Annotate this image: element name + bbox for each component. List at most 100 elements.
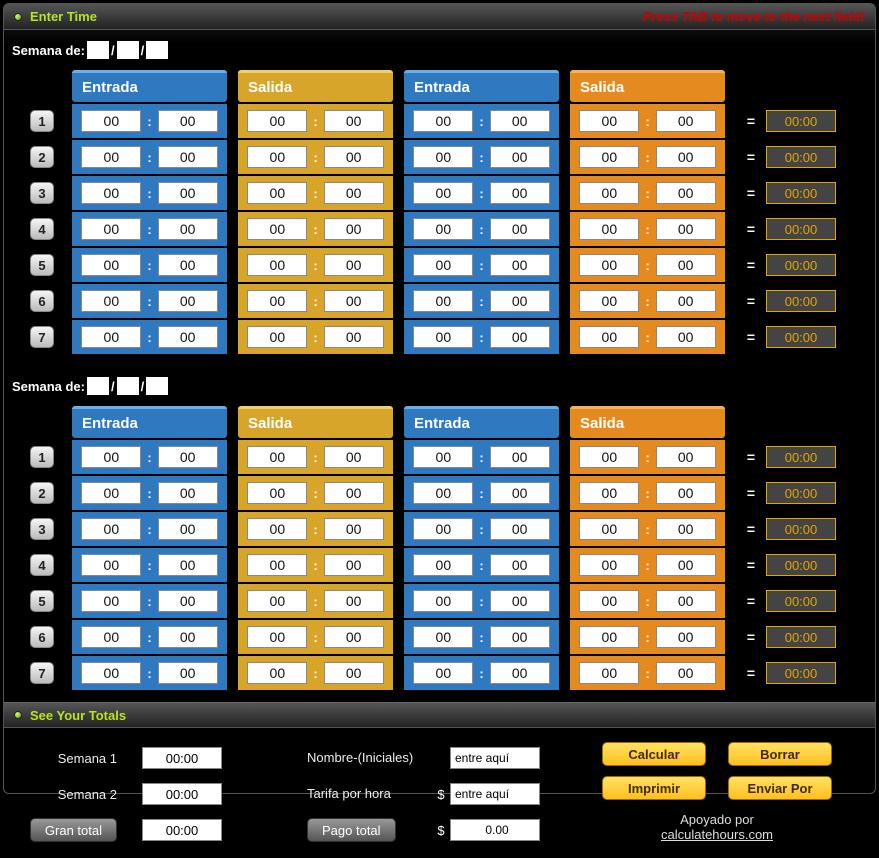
minute-input[interactable] <box>490 446 550 468</box>
minute-input[interactable] <box>656 218 716 240</box>
hour-input[interactable] <box>247 326 307 348</box>
minute-input[interactable] <box>158 662 218 684</box>
hour-input[interactable] <box>81 590 141 612</box>
hour-input[interactable] <box>579 290 639 312</box>
minute-input[interactable] <box>158 446 218 468</box>
minute-input[interactable] <box>656 182 716 204</box>
hour-input[interactable] <box>81 146 141 168</box>
hour-input[interactable] <box>413 110 473 132</box>
minute-input[interactable] <box>656 146 716 168</box>
minute-input[interactable] <box>490 290 550 312</box>
hour-input[interactable] <box>579 110 639 132</box>
pay-total-button[interactable]: Pago total <box>307 818 396 842</box>
minute-input[interactable] <box>158 182 218 204</box>
minute-input[interactable] <box>324 590 384 612</box>
hour-input[interactable] <box>81 626 141 648</box>
support-link[interactable]: calculatehours.com <box>661 827 773 842</box>
hour-input[interactable] <box>81 662 141 684</box>
minute-input[interactable] <box>158 290 218 312</box>
hour-input[interactable] <box>247 518 307 540</box>
minute-input[interactable] <box>490 626 550 648</box>
hour-input[interactable] <box>413 626 473 648</box>
date-part-input[interactable] <box>87 377 109 395</box>
hour-input[interactable] <box>81 518 141 540</box>
hour-input[interactable] <box>81 182 141 204</box>
hour-input[interactable] <box>579 254 639 276</box>
hour-input[interactable] <box>247 590 307 612</box>
calculate-button[interactable]: Calcular <box>602 742 706 766</box>
date-part-input[interactable] <box>146 41 168 59</box>
minute-input[interactable] <box>490 182 550 204</box>
hour-input[interactable] <box>81 446 141 468</box>
hour-input[interactable] <box>413 662 473 684</box>
hour-input[interactable] <box>413 326 473 348</box>
minute-input[interactable] <box>656 590 716 612</box>
hour-input[interactable] <box>579 326 639 348</box>
hour-input[interactable] <box>247 182 307 204</box>
hour-input[interactable] <box>413 446 473 468</box>
minute-input[interactable] <box>158 326 218 348</box>
hour-input[interactable] <box>579 446 639 468</box>
minute-input[interactable] <box>656 518 716 540</box>
send-button[interactable]: Enviar Por <box>728 776 832 800</box>
minute-input[interactable] <box>490 662 550 684</box>
minute-input[interactable] <box>324 182 384 204</box>
hour-input[interactable] <box>247 218 307 240</box>
hour-input[interactable] <box>579 218 639 240</box>
hour-input[interactable] <box>579 590 639 612</box>
minute-input[interactable] <box>656 662 716 684</box>
minute-input[interactable] <box>490 590 550 612</box>
print-button[interactable]: Imprimir <box>602 776 706 800</box>
date-part-input[interactable] <box>146 377 168 395</box>
grand-total-input[interactable] <box>142 819 222 841</box>
minute-input[interactable] <box>324 518 384 540</box>
minute-input[interactable] <box>158 590 218 612</box>
minute-input[interactable] <box>490 110 550 132</box>
hour-input[interactable] <box>579 146 639 168</box>
hour-input[interactable] <box>413 182 473 204</box>
hour-input[interactable] <box>413 482 473 504</box>
hour-input[interactable] <box>579 518 639 540</box>
hour-input[interactable] <box>579 482 639 504</box>
hour-input[interactable] <box>81 290 141 312</box>
minute-input[interactable] <box>158 146 218 168</box>
hour-input[interactable] <box>247 446 307 468</box>
hour-input[interactable] <box>81 254 141 276</box>
minute-input[interactable] <box>158 554 218 576</box>
minute-input[interactable] <box>490 554 550 576</box>
minute-input[interactable] <box>324 290 384 312</box>
minute-input[interactable] <box>158 254 218 276</box>
minute-input[interactable] <box>324 146 384 168</box>
hour-input[interactable] <box>413 518 473 540</box>
minute-input[interactable] <box>158 110 218 132</box>
hour-input[interactable] <box>413 146 473 168</box>
minute-input[interactable] <box>324 110 384 132</box>
minute-input[interactable] <box>324 554 384 576</box>
minute-input[interactable] <box>656 554 716 576</box>
hour-input[interactable] <box>247 290 307 312</box>
hour-input[interactable] <box>413 254 473 276</box>
rate-input[interactable] <box>450 783 540 805</box>
pay-total-input[interactable] <box>450 819 540 841</box>
hour-input[interactable] <box>413 218 473 240</box>
minute-input[interactable] <box>324 446 384 468</box>
minute-input[interactable] <box>490 218 550 240</box>
minute-input[interactable] <box>490 254 550 276</box>
hour-input[interactable] <box>579 662 639 684</box>
hour-input[interactable] <box>81 326 141 348</box>
week1-total-input[interactable] <box>142 747 222 769</box>
name-input[interactable] <box>450 747 540 769</box>
clear-button[interactable]: Borrar <box>728 742 832 766</box>
minute-input[interactable] <box>324 662 384 684</box>
minute-input[interactable] <box>158 518 218 540</box>
minute-input[interactable] <box>158 482 218 504</box>
hour-input[interactable] <box>247 554 307 576</box>
hour-input[interactable] <box>247 254 307 276</box>
hour-input[interactable] <box>413 554 473 576</box>
hour-input[interactable] <box>413 590 473 612</box>
hour-input[interactable] <box>81 482 141 504</box>
minute-input[interactable] <box>490 518 550 540</box>
minute-input[interactable] <box>324 626 384 648</box>
week2-total-input[interactable] <box>142 783 222 805</box>
hour-input[interactable] <box>81 554 141 576</box>
